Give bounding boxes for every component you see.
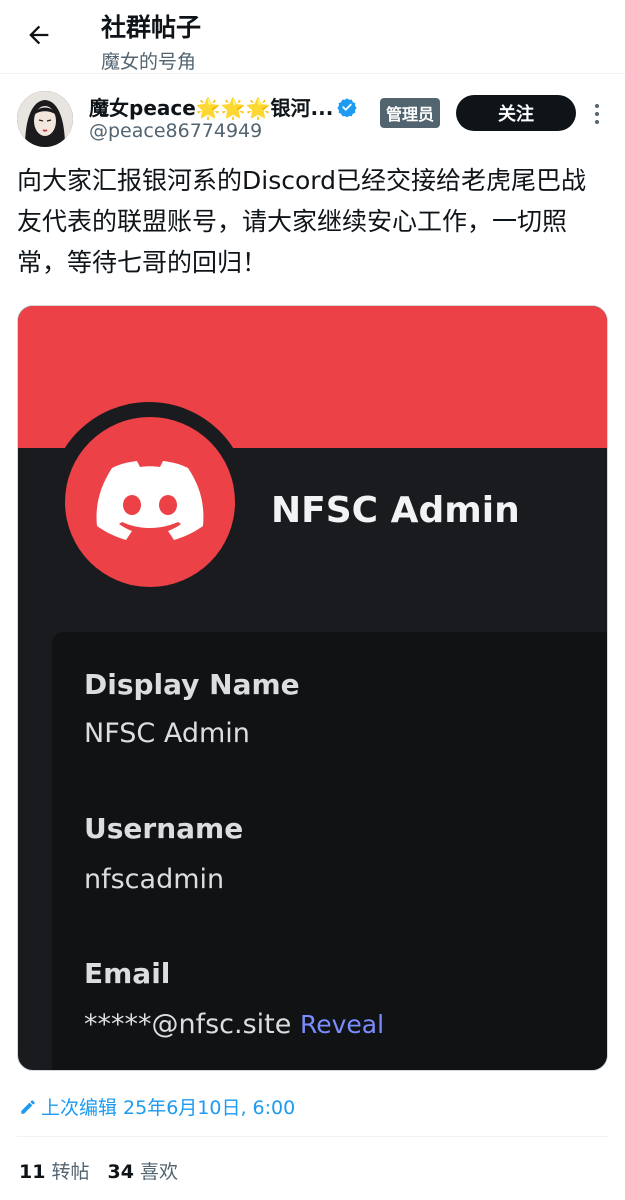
email-value: *****@nfsc.site [84, 1009, 292, 1040]
post-image[interactable]: NFSC Admin Display Name NFSC Admin Usern… [17, 305, 608, 1071]
reposts-stat[interactable]: 11 转帖 [19, 1157, 90, 1184]
likes-stat[interactable]: 34 喜欢 [108, 1157, 179, 1184]
page-title: 社群帖子 [101, 13, 202, 42]
author-name-row[interactable]: 魔女peace🌟🌟🌟银河... [89, 92, 357, 121]
last-edited-text[interactable]: 上次编辑 25年6月10日, 6:00 [41, 1093, 295, 1120]
reveal-link: Reveal [299, 1010, 385, 1039]
top-bar: 社群帖子 魔女的号角 [0, 0, 625, 74]
last-edited-link[interactable]: 上次编辑 25年6月10日, 6:00 [19, 1093, 295, 1120]
username-value: nfscadmin [84, 864, 225, 895]
email-row: *****@nfsc.site Reveal [84, 1009, 384, 1040]
reposts-label: 转帖 [51, 1161, 90, 1183]
author-display-name[interactable]: 魔女peace🌟🌟🌟银河... [89, 92, 333, 121]
more-options-icon[interactable] [588, 101, 606, 127]
email-label: Email [84, 957, 171, 990]
follow-button[interactable]: 关注 [456, 95, 576, 131]
author-handle[interactable]: @peace86774949 [89, 120, 262, 142]
likes-count: 34 [107, 1161, 134, 1183]
divider [17, 1136, 608, 1137]
display-name-label: Display Name [84, 668, 300, 701]
author-avatar[interactable] [17, 91, 73, 147]
likes-label: 喜欢 [140, 1161, 179, 1183]
edit-pencil-icon [21, 1099, 35, 1114]
verified-badge-icon [337, 97, 357, 117]
arrow-left-icon [29, 25, 49, 45]
admin-role-badge: 管理员 [380, 98, 440, 128]
discord-account-name: NFSC Admin [271, 490, 520, 531]
display-name-value: NFSC Admin [84, 718, 250, 749]
back-button[interactable] [22, 18, 56, 52]
reposts-count: 11 [19, 1161, 46, 1183]
post-text: 向大家汇报银河系的Discord已经交接给老虎尾巴战友代表的联盟账号，请大家继续… [17, 166, 586, 277]
discord-logo-icon [65, 417, 235, 587]
engagement-stats: 11 转帖 34 喜欢 [19, 1157, 196, 1184]
username-label: Username [84, 812, 244, 845]
community-name[interactable]: 魔女的号角 [101, 47, 196, 74]
